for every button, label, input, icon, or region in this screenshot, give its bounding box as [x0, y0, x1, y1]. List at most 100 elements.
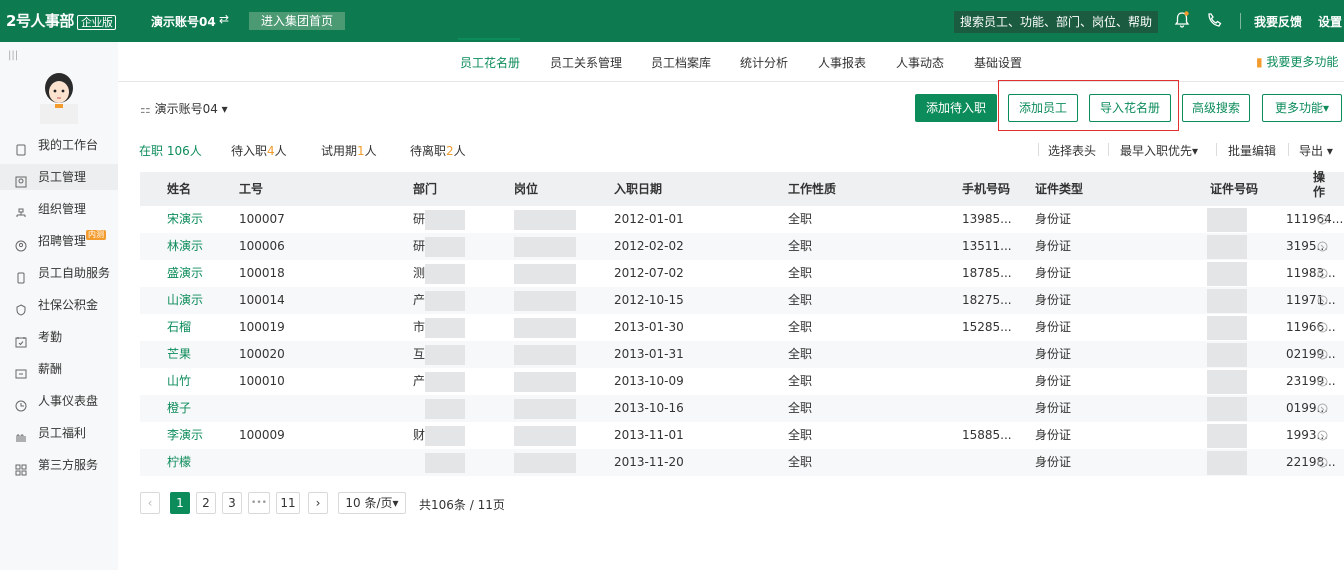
page-3[interactable]: 3: [222, 492, 242, 514]
cell-name[interactable]: 柠檬: [167, 449, 191, 476]
shield-icon: [15, 299, 27, 316]
page-ellipsis[interactable]: •••: [248, 492, 270, 514]
sidebar-item-third-party[interactable]: 第三方服务: [0, 452, 118, 478]
row-action-icon[interactable]: [1317, 241, 1328, 252]
cell-name[interactable]: 盛演示: [167, 260, 203, 287]
column-header-post[interactable]: 岗位: [514, 180, 538, 197]
table-row[interactable]: 宋演示100007研...2012-01-01全职13985...身份证1119…: [140, 206, 1344, 233]
cell-name[interactable]: 山演示: [167, 287, 203, 314]
table-row[interactable]: 林演示100006研...2012-02-02全职13511...身份证3195…: [140, 233, 1344, 260]
table-row[interactable]: 李演示 100009 财 2013-11-01 全职 15885... 身份证 1993...: [140, 422, 1344, 449]
cell-name[interactable]: 石榴: [167, 314, 191, 341]
sidebar-item-social-security[interactable]: 社保公积金: [0, 292, 118, 318]
tab-employee-relations[interactable]: 员工关系管理: [550, 54, 622, 71]
row-action-icon[interactable]: [1317, 268, 1328, 279]
cell-name[interactable]: 橙子: [167, 395, 191, 422]
sidebar-item-self-service[interactable]: 员工自助服务: [0, 260, 118, 286]
cell-phone: 18785...: [962, 266, 1012, 280]
page-2[interactable]: 2: [196, 492, 216, 514]
more-features-link[interactable]: ▮ 我要更多功能: [1256, 53, 1338, 70]
row-action-icon[interactable]: [1317, 430, 1328, 441]
phone-icon[interactable]: [1206, 10, 1222, 30]
count-pending[interactable]: 待入职4人: [231, 142, 287, 159]
export-dropdown[interactable]: 导出 ▾: [1299, 142, 1333, 159]
bell-icon[interactable]: [1174, 10, 1190, 30]
tab-statistics[interactable]: 统计分析: [740, 54, 788, 71]
tab-reports[interactable]: 人事报表: [818, 54, 866, 71]
row-action-icon[interactable]: [1317, 457, 1328, 468]
table-row[interactable]: 盛演示100018测i2012-07-02全职18785...身份证11983.…: [140, 260, 1344, 287]
count-probation[interactable]: 试用期1人: [321, 142, 377, 159]
page-11[interactable]: 11: [276, 492, 300, 514]
caret-down-icon: ▾: [217, 102, 228, 116]
column-header-date[interactable]: 入职日期: [614, 180, 662, 197]
sidebar-item-employee-management[interactable]: 员工管理: [0, 164, 118, 190]
table-row[interactable]: 山演示 100014 产 2012-10-15 全职 18275... 身份证 11971..…: [140, 287, 1344, 314]
count-active[interactable]: 在职 106人: [139, 142, 202, 159]
redaction-blur: [425, 345, 465, 365]
redaction-blur: [1207, 397, 1247, 421]
tab-roster[interactable]: 员工花名册: [460, 54, 520, 71]
more-functions-label: 更多功能: [1274, 101, 1323, 115]
cell-dept: 财: [413, 428, 426, 442]
collapse-sidebar-icon[interactable]: |||: [8, 50, 18, 61]
table-row[interactable]: 石榴 100019 市 2013-01-30 全职 15285... 身份证 11966...: [140, 314, 1344, 341]
table-row[interactable]: 橙子 2013-10-16 全职 身份证 0199...: [140, 395, 1344, 422]
cell-name[interactable]: 芒果: [167, 341, 191, 368]
sidebar-item-dashboard[interactable]: 人事仪表盘: [0, 388, 118, 414]
sidebar-item-recruitment[interactable]: 招聘管理 内测: [0, 228, 118, 254]
row-action-icon[interactable]: [1317, 214, 1328, 225]
cell-phone: 15885...: [962, 428, 1012, 442]
sidebar-item-workbench[interactable]: 我的工作台: [0, 132, 118, 158]
tab-hr-activity[interactable]: 人事动态: [896, 54, 944, 71]
column-header-phone[interactable]: 手机号码: [962, 180, 1010, 197]
sidebar-item-welfare[interactable]: 员工福利: [0, 420, 118, 446]
sidebar-item-salary[interactable]: 薪酬: [0, 356, 118, 382]
row-action-icon[interactable]: [1317, 376, 1328, 387]
add-pending-button[interactable]: 添加待入职: [915, 94, 997, 122]
row-action-icon[interactable]: [1317, 403, 1328, 414]
tab-archives[interactable]: 员工档案库: [651, 54, 711, 71]
more-functions-button[interactable]: 更多功能▾: [1262, 94, 1342, 122]
enter-group-button[interactable]: 进入集团首页: [249, 12, 346, 30]
next-page-button[interactable]: ›: [308, 492, 328, 514]
tab-basic-settings[interactable]: 基础设置: [974, 54, 1022, 71]
cell-name[interactable]: 山竹: [167, 368, 191, 395]
prev-page-button[interactable]: ‹: [140, 492, 160, 514]
sort-dropdown[interactable]: 最早入职优先▾: [1120, 142, 1198, 159]
select-columns-button[interactable]: 选择表头: [1048, 142, 1096, 159]
table-row[interactable]: 山竹100010产员2013-10-09全职身份证23199...: [140, 368, 1344, 395]
row-action-icon[interactable]: [1317, 349, 1328, 360]
page-1[interactable]: 1: [170, 492, 190, 514]
app-logo[interactable]: 2号人事部 企业版: [6, 10, 117, 31]
column-header-type[interactable]: 工作性质: [788, 180, 836, 197]
settings-link[interactable]: 设置: [1318, 13, 1342, 30]
account-selector[interactable]: ⚏ 演示账号04 ▾: [140, 100, 228, 117]
table-row[interactable]: 柠檬 2013-11-20 全职 身份证 22198...: [140, 449, 1344, 476]
column-header-id[interactable]: 工号: [239, 180, 263, 197]
cell-name[interactable]: 林演示: [167, 233, 203, 260]
feedback-link[interactable]: 我要反馈: [1254, 13, 1302, 30]
row-action-icon[interactable]: [1317, 322, 1328, 333]
avatar[interactable]: [36, 68, 82, 124]
sidebar-item-attendance[interactable]: 考勤: [0, 324, 118, 350]
cell-name[interactable]: 宋演示: [167, 206, 203, 233]
sidebar-item-organization[interactable]: 组织管理: [0, 196, 118, 222]
cell-name[interactable]: 李演示: [167, 422, 203, 449]
switch-account-icon[interactable]: ⇄: [219, 12, 229, 26]
column-header-name[interactable]: 姓名: [167, 180, 191, 197]
page-size-select[interactable]: 10 条/页▾: [338, 492, 406, 514]
batch-edit-button[interactable]: 批量编辑: [1228, 142, 1276, 159]
redaction-blur: [1207, 289, 1247, 313]
count-leaving[interactable]: 待离职2人: [410, 142, 466, 159]
table-row[interactable]: 芒果 100020 互 2013-01-31 全职 身份证 02199...: [140, 341, 1344, 368]
row-action-icon[interactable]: [1317, 295, 1328, 306]
column-header-idtype[interactable]: 证件类型: [1035, 180, 1083, 197]
advanced-search-button[interactable]: 高级搜索: [1182, 94, 1250, 122]
cell-idtype: 身份证: [1035, 401, 1072, 415]
column-header-idno[interactable]: 证件号码: [1210, 180, 1258, 197]
global-search-input[interactable]: 搜索员工、功能、部门、岗位、帮助: [954, 11, 1158, 33]
cell-idtype: 身份证: [1035, 239, 1072, 253]
column-header-dept[interactable]: 部门: [413, 180, 437, 197]
beta-badge: 内测: [86, 230, 107, 240]
